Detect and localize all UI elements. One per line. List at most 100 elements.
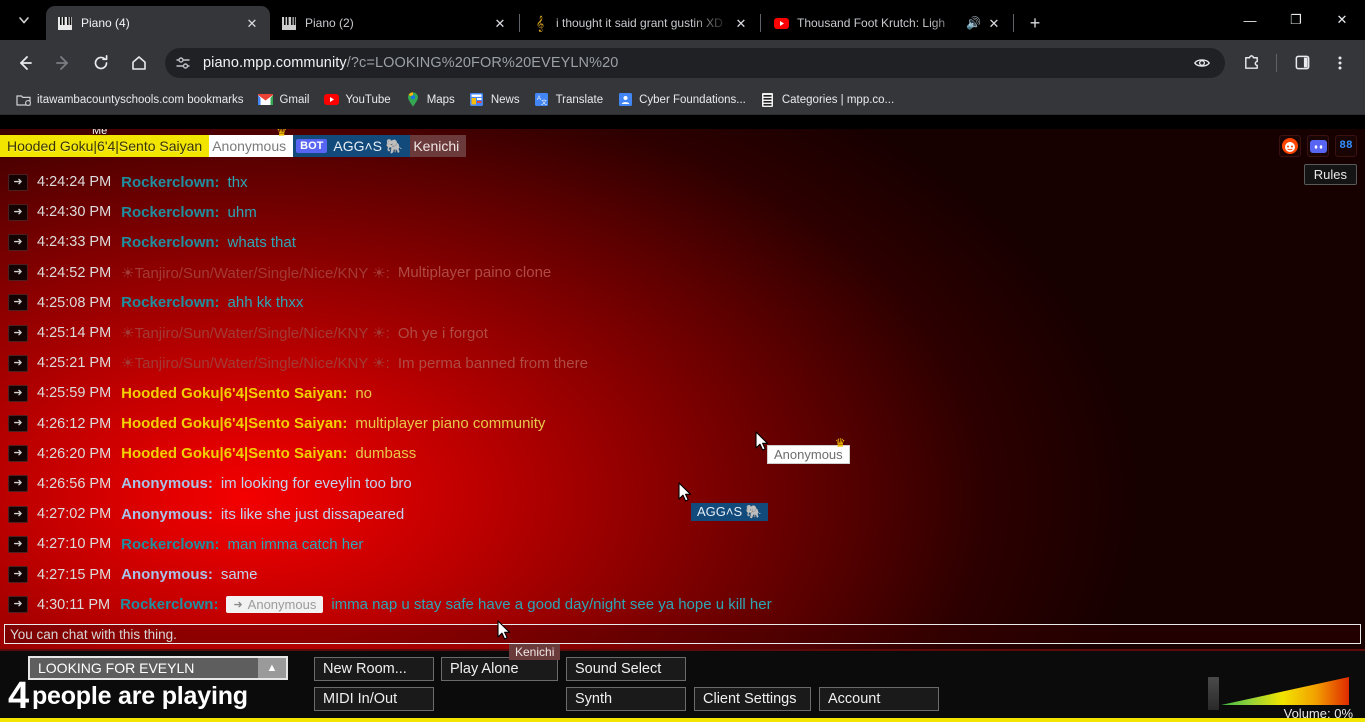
flag-icon[interactable]: ➜ [8,475,28,493]
omnibox-actions [1183,48,1221,78]
back-icon[interactable] [10,48,40,78]
omnibox[interactable]: piano.mpp.community/?c=LOOKING%20FOR%20E… [165,47,1225,78]
flag-icon[interactable]: ➜ [8,535,28,553]
message-time: 4:24:33 PM [37,234,112,251]
side-panel-icon[interactable] [1287,48,1317,78]
flag-icon[interactable]: ➜ [8,173,28,191]
flag-icon[interactable]: ➜ [8,203,28,221]
toolbar-divider [1276,53,1277,72]
flag-icon[interactable]: ➜ [8,566,28,584]
message-time: 4:26:20 PM [37,445,112,462]
message-text: Oh ye i forgot [397,324,488,342]
message-text: Multiplayer paino clone [397,264,552,282]
mention-tag[interactable]: ➜ Anonymous [226,596,324,614]
account-button[interactable]: Account [819,687,939,711]
bookmark-label: Gmail [279,93,310,106]
message-time: 4:27:10 PM [37,536,112,553]
message-author: Anonymous: [121,505,213,523]
midi-in-out-button[interactable]: MIDI In/Out [314,687,434,711]
chat-message: ➜ 4:25:08 PM Rockerclown: ahh kk thxx [8,288,1359,318]
chevron-up-icon[interactable]: ▲ [258,658,286,678]
close-icon[interactable]: ✕ [490,13,510,33]
reload-icon[interactable] [86,48,116,78]
minimize-icon[interactable]: — [1227,3,1273,37]
chat-input[interactable]: You can chat with this thing. [4,624,1361,644]
discord-icon[interactable] [1307,135,1329,157]
forward-icon[interactable] [48,48,78,78]
message-text: no [355,384,373,402]
new-room-button[interactable]: New Room... [314,657,434,681]
message-time: 4:25:59 PM [37,385,112,402]
flag-icon[interactable]: ➜ [8,354,28,372]
close-icon[interactable]: ✕ [242,13,262,33]
client-settings-button[interactable]: Client Settings [694,687,811,711]
nametag-anonymous[interactable]: ♛ Anonymous [205,129,294,157]
eighty-eight-icon[interactable]: 88 [1335,135,1357,157]
nametag-hooded-goku[interactable]: Hooded Goku|6'4|Sento Saiyan [0,135,210,157]
reddit-icon[interactable] [1279,135,1301,157]
flag-icon[interactable]: ➜ [8,505,28,523]
tab-search-chevron-down-icon[interactable] [4,3,44,37]
tab-grant-gustin[interactable]: 𝄞 i thought it said grant gustin XD ✕ [521,6,759,40]
flag-icon[interactable]: ➜ [8,294,28,312]
bookmark-item-news[interactable]: News [462,89,527,111]
tab-title: Piano (4) [81,16,130,30]
bookmark-label: itawambacountyschools.com bookmarks [37,93,244,106]
new-tab-button[interactable]: + [1021,9,1049,37]
home-icon[interactable] [124,48,154,78]
tab-thousand-foot-krutch[interactable]: Thousand Foot Krutch: Ligh 🔊 ✕ [762,6,1012,40]
bookmark-item-translate[interactable]: A文 Translate [527,89,611,111]
rules-button[interactable]: Rules [1303,164,1357,185]
social-links: 88 [1279,135,1357,157]
flag-icon[interactable]: ➜ [8,384,28,402]
chat-input-placeholder: You can chat with this thing. [10,626,177,642]
message-time: 4:26:56 PM [37,475,112,492]
flag-icon[interactable]: ➜ [8,233,28,251]
me-label: Me [92,129,108,137]
volume-label: Volume: 0% [1283,706,1353,721]
bookmark-item-categories-mpp[interactable]: Categories | mpp.co... [753,89,901,111]
volume-slider-handle[interactable] [1208,677,1219,710]
flag-icon[interactable]: ➜ [8,415,28,433]
close-icon[interactable]: ✕ [731,13,751,33]
extensions-puzzle-icon[interactable] [1236,48,1266,78]
play-alone-button[interactable]: Play Alone [441,657,558,681]
message-author: Rockerclown: [121,233,220,251]
nametag-aggs-bot[interactable]: BOT AGG˄S 🐘 [289,135,411,157]
nametag-kenichi[interactable]: Kenichi [406,135,467,157]
piano-icon [281,15,297,31]
bookmark-item-maps[interactable]: Maps [398,89,462,111]
cursor-pointer-icon [497,620,511,640]
bookmark-item-gmail[interactable]: Gmail [250,89,316,111]
flag-icon[interactable]: ➜ [8,445,28,463]
message-author: Hooded Goku|6'4|Sento Saiyan: [121,384,348,402]
tab-audio-icon[interactable]: 🔊 [966,16,982,30]
chat-message: ➜ 4:25:59 PM Hooded Goku|6'4|Sento Saiya… [8,378,1359,408]
page-settings-icon[interactable] [171,51,195,75]
sound-select-button[interactable]: Sound Select [566,657,686,681]
volume-control[interactable]: Volume: 0% [1208,673,1355,721]
bookmark-item-cyber-foundations[interactable]: Cyber Foundations... [610,89,753,111]
close-icon[interactable]: ✕ [984,13,1004,33]
tab-piano-4[interactable]: Piano (4) ✕ [46,6,270,40]
message-author: ☀Tanjiro/Sun/Water/Single/Nice/KNY ☀: [121,355,390,373]
flag-icon[interactable]: ➜ [8,596,28,614]
flag-icon[interactable]: ➜ [8,264,28,282]
message-text: multiplayer piano community [355,415,546,433]
mpp-app: Hooded Goku|6'4|Sento Saiyan Me ♛ Anonym… [0,129,1365,722]
bookmark-item-itawamba[interactable]: itawambacountyschools.com bookmarks [8,89,250,111]
message-text: its like she just dissapeared [220,505,405,523]
bookmark-label: Translate [555,93,604,106]
eye-icon[interactable] [1187,48,1217,78]
flag-icon[interactable]: ➜ [8,324,28,342]
tab-piano-2[interactable]: Piano (2) ✕ [270,6,518,40]
synth-button[interactable]: Synth [566,687,686,711]
bottom-control-bar: LOOKING FOR EVEYLN ▲ 4 people are playing… [0,649,1365,722]
address-bar-text[interactable]: piano.mpp.community/?c=LOOKING%20FOR%20E… [195,55,618,71]
chat-log: ➜ 4:24:24 PM Rockerclown: thx ➜ 4:24:30 … [0,163,1365,622]
maximize-icon[interactable]: ❐ [1273,3,1319,37]
close-window-icon[interactable]: ✕ [1319,3,1365,37]
three-dot-menu-icon[interactable] [1325,48,1355,78]
volume-ramp-icon[interactable] [1221,677,1349,705]
bookmark-item-youtube[interactable]: YouTube [316,89,397,111]
